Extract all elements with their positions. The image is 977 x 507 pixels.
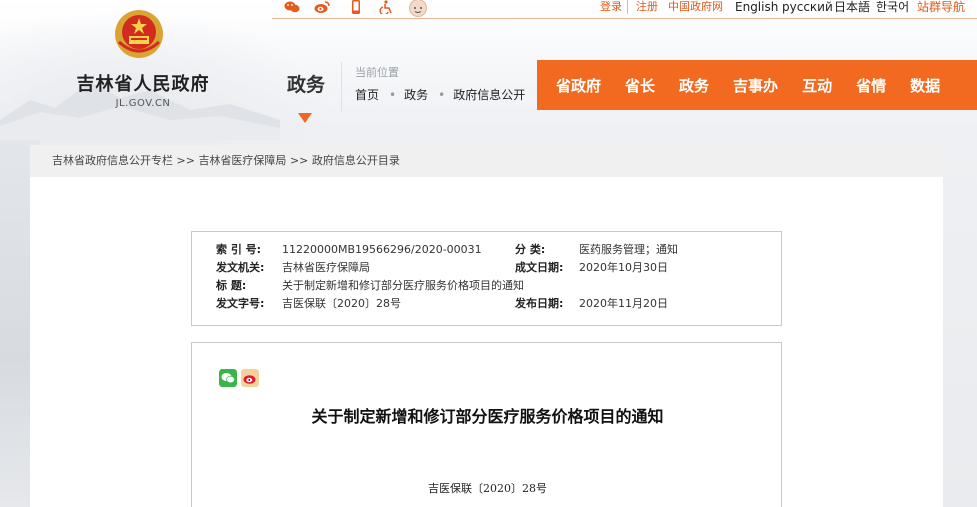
section-title: 政务 bbox=[286, 74, 325, 96]
meta-issuer-value: 吉林省医疗保障局 bbox=[282, 261, 370, 274]
weibo-share-icon[interactable] bbox=[241, 369, 259, 387]
breadcrumb-info-disclosure[interactable]: 政府信息公开 bbox=[453, 88, 525, 102]
meta-row: 标 题: 关于制定新增和修订部分医疗服务价格项目的通知 bbox=[192, 277, 781, 295]
content-breadcrumb: 吉林省政府信息公开专栏 >> 吉林省医疗保障局 >> 政府信息公开目录 bbox=[30, 145, 943, 177]
crumb-info-catalog[interactable]: 政府信息公开目录 bbox=[312, 154, 400, 167]
breadcrumb-home[interactable]: 首页 bbox=[355, 88, 379, 102]
meta-created-label: 成文日期: bbox=[515, 261, 564, 274]
top-utility-bar: 登录 注册 中国政府网 English русский 日本語 한국어 站群导航 bbox=[272, 0, 977, 19]
meta-title-label: 标 题: bbox=[216, 279, 247, 292]
mobile-icon[interactable] bbox=[348, 0, 364, 14]
crumb-separator: >> bbox=[176, 154, 195, 167]
breadcrumb: 首页 • 政务 • 政府信息公开 bbox=[355, 86, 527, 103]
accessibility-icon[interactable] bbox=[378, 0, 394, 14]
gov-cn-link[interactable]: 中国政府网 bbox=[668, 0, 723, 14]
lang-russian[interactable]: русский bbox=[782, 0, 833, 14]
breadcrumb-politics[interactable]: 政务 bbox=[404, 88, 428, 102]
lang-korean[interactable]: 한국어 bbox=[876, 0, 909, 14]
nav-governor[interactable]: 省长 bbox=[625, 75, 655, 96]
breadcrumb-dot-icon: • bbox=[389, 88, 397, 102]
lang-english[interactable]: English bbox=[735, 0, 778, 14]
national-emblem-icon[interactable] bbox=[113, 8, 165, 60]
breadcrumb-dot-icon: • bbox=[438, 88, 446, 102]
meta-docno-value: 吉医保联〔2020〕28号 bbox=[282, 297, 401, 310]
site-domain: JL.GOV.CN bbox=[115, 98, 171, 109]
nav-jishiban[interactable]: 吉事办 bbox=[733, 75, 778, 96]
crumb-info-column[interactable]: 吉林省政府信息公开专栏 bbox=[52, 154, 173, 167]
section-arrow-icon bbox=[298, 113, 312, 123]
article-title: 关于制定新增和修订部分医疗服务价格项目的通知 bbox=[311, 407, 664, 426]
nav-government-affairs[interactable]: 政务 bbox=[679, 75, 709, 96]
wechat-icon[interactable] bbox=[284, 0, 300, 14]
article-body: 关于制定新增和修订部分医疗服务价格项目的通知 吉医保联〔2020〕28号 bbox=[191, 342, 782, 507]
meta-category-label: 分 类: bbox=[515, 243, 546, 256]
meta-row: 发文字号: 吉医保联〔2020〕28号 发布日期: 2020年11月20日 bbox=[192, 295, 781, 313]
login-link[interactable]: 登录 bbox=[600, 0, 622, 14]
header-divider bbox=[341, 62, 342, 112]
elder-mode-icon[interactable] bbox=[408, 0, 428, 17]
meta-docno-label: 发文字号: bbox=[216, 297, 265, 310]
sitemap-link[interactable]: 站群导航 bbox=[917, 0, 965, 14]
nav-province-info[interactable]: 省情 bbox=[856, 75, 886, 96]
meta-index-value: 11220000MB19566296/2020-00031 bbox=[282, 243, 482, 256]
meta-created-value: 2020年10月30日 bbox=[579, 261, 668, 274]
register-link[interactable]: 注册 bbox=[636, 0, 658, 14]
wechat-share-icon[interactable] bbox=[219, 369, 237, 387]
crumb-separator: >> bbox=[289, 154, 309, 167]
meta-category-value: 医药服务管理；通知 bbox=[579, 243, 678, 256]
article-doc-number: 吉医保联〔2020〕28号 bbox=[428, 482, 547, 495]
main-nav: 省政府 省长 政务 吉事办 互动 省情 数据 bbox=[537, 60, 977, 110]
meta-row: 索 引 号: 11220000MB19566296/2020-00031 分 类… bbox=[192, 241, 781, 259]
location-label: 当前位置 bbox=[355, 66, 399, 79]
crumb-medical-security-bureau[interactable]: 吉林省医疗保障局 bbox=[198, 154, 286, 167]
meta-published-label: 发布日期: bbox=[515, 297, 564, 310]
top-bar-underline bbox=[272, 18, 977, 19]
meta-published-value: 2020年11月20日 bbox=[579, 297, 668, 310]
divider bbox=[627, 0, 628, 14]
weibo-icon[interactable] bbox=[314, 0, 330, 14]
meta-index-label: 索 引 号: bbox=[216, 243, 262, 256]
lang-japanese[interactable]: 日本語 bbox=[834, 0, 870, 14]
meta-title-value: 关于制定新增和修订部分医疗服务价格项目的通知 bbox=[282, 279, 524, 292]
nav-provincial-gov[interactable]: 省政府 bbox=[556, 75, 601, 96]
meta-issuer-label: 发文机关: bbox=[216, 261, 265, 274]
nav-interaction[interactable]: 互动 bbox=[802, 75, 832, 96]
document-metadata-table: 索 引 号: 11220000MB19566296/2020-00031 分 类… bbox=[191, 231, 782, 326]
nav-data[interactable]: 数据 bbox=[910, 75, 940, 96]
site-title[interactable]: 吉林省人民政府 bbox=[68, 70, 218, 96]
meta-row: 发文机关: 吉林省医疗保障局 成文日期: 2020年10月30日 bbox=[192, 259, 781, 277]
